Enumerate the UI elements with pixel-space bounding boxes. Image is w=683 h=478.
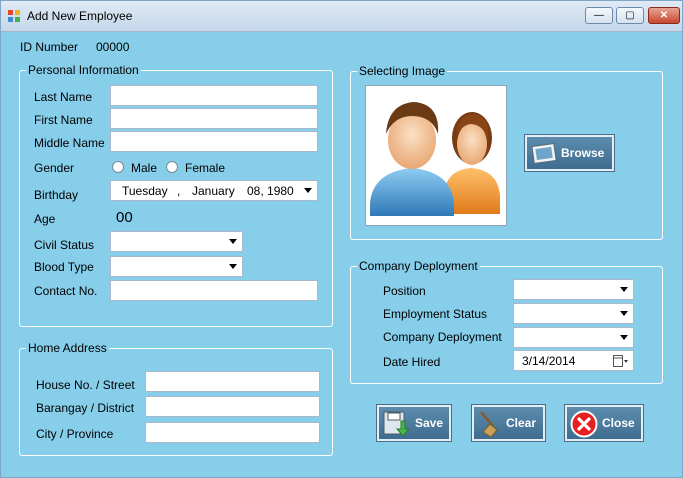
blood-type-label: Blood Type <box>34 260 94 274</box>
clear-button[interactable]: Clear <box>472 405 545 441</box>
birthday-label: Birthday <box>34 188 79 202</box>
employee-photo <box>365 85 507 226</box>
city-input[interactable] <box>145 422 320 443</box>
birthday-separator: , <box>177 184 181 198</box>
birthday-date: 08, 1980 <box>247 184 294 198</box>
close-circle-icon <box>570 410 598 438</box>
first-name-input[interactable] <box>110 108 318 129</box>
employment-status-select[interactable] <box>513 303 634 324</box>
date-hired-picker[interactable]: 3/14/2014 <box>513 350 634 371</box>
chevron-down-icon[interactable] <box>229 264 237 269</box>
blood-type-select[interactable] <box>110 256 243 277</box>
photo-icon <box>531 142 557 165</box>
broom-icon <box>480 411 498 438</box>
company-deployment-select[interactable] <box>513 327 634 348</box>
id-number-label: ID Number <box>20 40 79 54</box>
minimize-button[interactable]: — <box>585 7 613 24</box>
contact-label: Contact No. <box>34 284 98 298</box>
id-number-value: 00000 <box>96 40 130 54</box>
clear-label: Clear <box>506 416 537 430</box>
title-bar: Add New Employee — ▢ ✕ <box>1 1 682 32</box>
chevron-down-icon[interactable] <box>620 311 628 316</box>
house-street-label: House No. / Street <box>36 378 135 392</box>
calendar-icon[interactable] <box>613 355 629 367</box>
civil-status-label: Civil Status <box>34 238 95 252</box>
birthday-month: January <box>192 184 235 198</box>
company-deployment-label: Company Deployment <box>383 330 502 344</box>
date-hired-value: 3/14/2014 <box>522 354 576 368</box>
browse-label: Browse <box>561 146 605 160</box>
home-address-title: Home Address <box>26 341 109 355</box>
chevron-down-icon[interactable] <box>620 335 628 340</box>
window-title: Add New Employee <box>27 9 133 23</box>
birthday-date-picker[interactable]: Tuesday , January 08, 1980 <box>110 180 318 201</box>
civil-status-select[interactable] <box>110 231 243 252</box>
save-button[interactable]: Save <box>377 405 451 441</box>
chevron-down-icon[interactable] <box>229 239 237 244</box>
middle-name-label: Middle Name <box>34 136 105 150</box>
save-label: Save <box>415 416 444 430</box>
position-select[interactable] <box>513 279 634 300</box>
barangay-input[interactable] <box>145 396 320 417</box>
age-value: 00 <box>116 209 133 226</box>
first-name-label: First Name <box>34 113 93 127</box>
male-label: Male <box>131 161 158 175</box>
save-icon <box>383 411 411 437</box>
last-name-input[interactable] <box>110 85 318 106</box>
female-radio[interactable] <box>166 161 178 173</box>
app-icon <box>8 10 20 22</box>
employment-status-label: Employment Status <box>383 307 488 321</box>
birthday-day: Tuesday <box>122 184 168 198</box>
female-label: Female <box>185 161 226 175</box>
date-hired-label: Date Hired <box>383 355 441 369</box>
people-avatar-icon <box>370 102 500 216</box>
chevron-down-icon[interactable] <box>304 188 312 193</box>
contact-input[interactable] <box>110 280 318 301</box>
barangay-label: Barangay / District <box>36 401 135 415</box>
selecting-image-title: Selecting Image <box>357 64 448 78</box>
company-deployment-title: Company Deployment <box>357 259 480 273</box>
chevron-down-icon[interactable] <box>620 287 628 292</box>
personal-information-title: Personal Information <box>26 63 141 77</box>
position-label: Position <box>383 284 426 298</box>
browse-button[interactable]: Browse <box>525 135 614 171</box>
city-label: City / Province <box>36 427 114 441</box>
gender-label: Gender <box>34 161 75 175</box>
close-label: Close <box>602 416 635 430</box>
age-label: Age <box>34 212 56 226</box>
house-street-input[interactable] <box>145 371 320 392</box>
male-radio[interactable] <box>112 161 124 173</box>
middle-name-input[interactable] <box>110 131 318 152</box>
maximize-button[interactable]: ▢ <box>616 7 644 24</box>
add-employee-window: Add New Employee — ▢ ✕ ID Number 00000 P… <box>0 0 683 478</box>
close-button[interactable]: Close <box>565 405 643 441</box>
close-window-button[interactable]: ✕ <box>648 7 680 24</box>
last-name-label: Last Name <box>34 90 93 104</box>
